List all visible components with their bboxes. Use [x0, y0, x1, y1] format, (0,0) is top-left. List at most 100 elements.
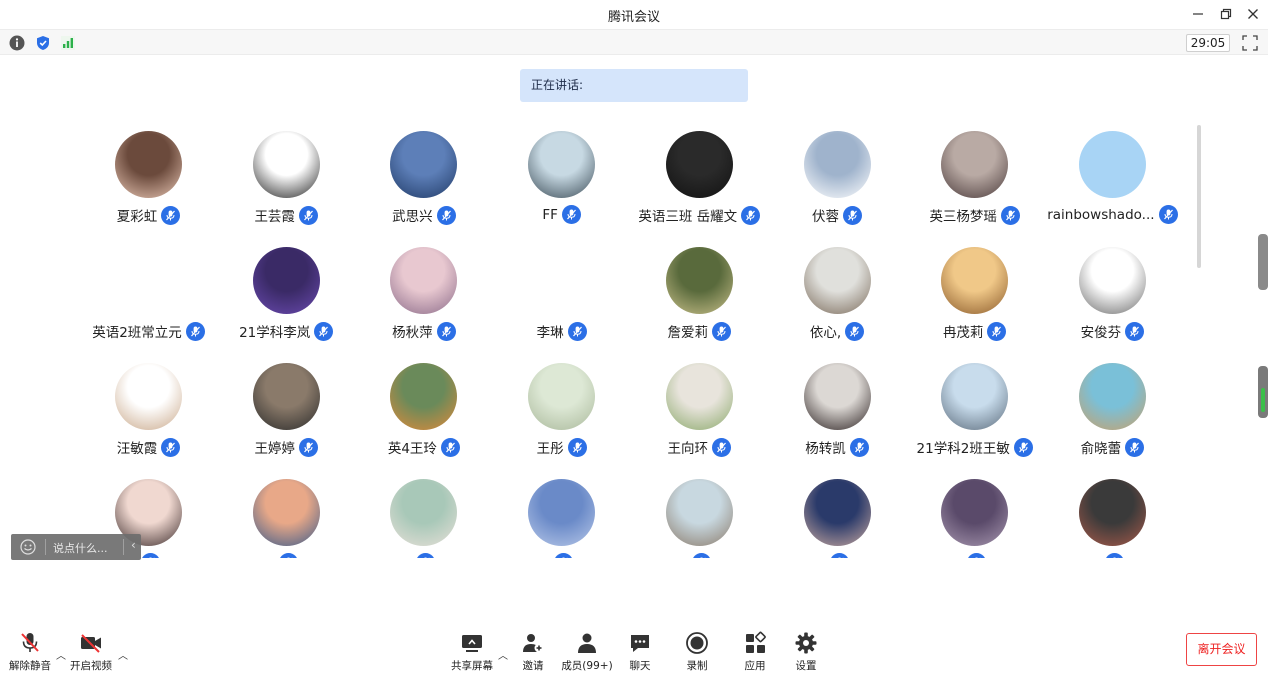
participant-tile[interactable]	[218, 471, 355, 558]
participant-tile[interactable]	[1044, 471, 1181, 558]
microphone-muted-icon	[1000, 205, 1020, 225]
participant-tile[interactable]: 武思兴	[355, 123, 492, 239]
participant-tile[interactable]	[769, 471, 906, 558]
participant-tile[interactable]: FF	[493, 123, 630, 239]
participant-tile[interactable]	[906, 471, 1043, 558]
participant-tile[interactable]: 21学科李岚	[218, 239, 355, 355]
participant-tile[interactable]: 汪敏霞	[80, 355, 217, 471]
microphone-muted-icon	[987, 321, 1007, 341]
meeting-toolbar: 解除静音 ︿ 开启视频 ︿ 共享屏幕 ︿ 邀请 成员(99+) 聊天 录制 应用…	[0, 625, 1268, 678]
close-button[interactable]	[1242, 4, 1264, 24]
participant-tile[interactable]	[493, 471, 630, 558]
invite-button[interactable]: 邀请	[505, 631, 561, 673]
participant-name: 夏彩虹	[116, 209, 158, 225]
participant-name: 詹爱莉	[667, 325, 709, 341]
microphone-muted-icon	[843, 205, 862, 225]
info-icon[interactable]	[9, 35, 25, 51]
avatar	[941, 363, 1009, 430]
avatar	[803, 131, 871, 198]
participant-tile[interactable]: 王向环	[631, 355, 768, 471]
start-video-button[interactable]: 开启视频	[63, 631, 119, 673]
participant-name-row	[906, 553, 1043, 558]
participant-name-row: 王婷婷	[218, 437, 355, 457]
participant-tile[interactable]: 俞晓蕾	[1044, 355, 1181, 471]
participant-tile[interactable]: 英三杨梦瑶	[906, 123, 1043, 239]
microphone-muted-icon	[440, 437, 460, 457]
record-button[interactable]: 录制	[669, 631, 725, 673]
video-options-chevron-up-icon[interactable]: ︿	[118, 647, 128, 662]
participant-tile[interactable]: 王彤	[493, 355, 630, 471]
participant-tile[interactable]: 杨转凯	[769, 355, 906, 471]
apps-button[interactable]: 应用	[727, 631, 783, 673]
participant-name-row	[769, 553, 906, 558]
chat-button[interactable]: 聊天	[612, 631, 668, 673]
participant-name-row: 詹爱莉	[631, 321, 768, 341]
avatar	[1078, 479, 1146, 546]
participant-tile[interactable]: 冉茂莉	[906, 239, 1043, 355]
share-screen-icon	[462, 635, 482, 652]
microphone-muted-icon	[416, 553, 436, 558]
participant-tile[interactable]: 21学科2班王敏	[906, 355, 1043, 471]
participant-tile[interactable]: 李琳	[493, 239, 630, 355]
participant-tile[interactable]	[631, 471, 768, 558]
participant-tile[interactable]: 英4王玲	[355, 355, 492, 471]
gear-icon	[795, 632, 817, 654]
share-screen-button[interactable]: 共享屏幕	[444, 631, 500, 673]
participant-tile[interactable]: 依心,	[769, 239, 906, 355]
participant-tile[interactable]: 安俊芬	[1044, 239, 1181, 355]
leave-meeting-button[interactable]: 离开会议	[1186, 633, 1257, 666]
participant-tile[interactable]	[355, 471, 492, 558]
participant-name-row: 英三杨梦瑶	[906, 205, 1043, 225]
participant-name: 俞晓蕾	[1080, 441, 1122, 457]
participant-name: 21学科2班王敏	[916, 441, 1010, 457]
signal-strength-icon[interactable]	[60, 35, 76, 51]
participant-tile[interactable]: rainbowshado...	[1044, 123, 1181, 239]
participant-tile[interactable]: 伏蓉	[769, 123, 906, 239]
participant-name-row	[631, 553, 768, 558]
participant-name-row: 王彤	[493, 437, 630, 457]
participant-tile[interactable]: 王芸霞	[218, 123, 355, 239]
participant-tile[interactable]: 詹爱莉	[631, 239, 768, 355]
chat-quick-input[interactable]: 说点什么... ‹	[11, 534, 141, 560]
participant-tile[interactable]: 英语三班 岳耀文	[631, 123, 768, 239]
settings-button[interactable]: 设置	[778, 631, 834, 673]
participant-name: 安俊芬	[1080, 325, 1122, 341]
window-title: 腾讯会议	[607, 10, 660, 25]
meeting-timer: 29:05	[1186, 34, 1230, 52]
participant-name: 英语2班常立元	[92, 325, 182, 341]
participant-name: 伏蓉	[812, 209, 839, 225]
microphone-muted-icon	[741, 205, 761, 225]
participant-name: rainbowshado...	[1047, 206, 1155, 223]
emoji-icon[interactable]	[20, 539, 36, 555]
avatar	[941, 131, 1009, 198]
participant-name-row: 依心,	[769, 321, 906, 341]
minimize-button[interactable]	[1187, 4, 1209, 24]
grid-scrollbar[interactable]	[1197, 125, 1201, 268]
restore-button[interactable]	[1215, 4, 1237, 24]
participant-name: 杨秋萍	[392, 325, 433, 341]
participant-name: 武思兴	[392, 209, 433, 225]
participant-tile[interactable]: 杨秋萍	[355, 239, 492, 355]
microphone-muted-icon	[161, 437, 181, 457]
security-shield-icon[interactable]	[35, 35, 51, 51]
unmute-button[interactable]: 解除静音	[2, 631, 58, 673]
side-panel-handle-bottom[interactable]	[1258, 366, 1268, 418]
microphone-muted-icon	[21, 633, 39, 652]
participant-tile[interactable]: 夏彩虹	[80, 123, 217, 239]
avatar	[252, 131, 320, 198]
participant-tile[interactable]: 英语2班常立元	[80, 239, 217, 355]
members-button[interactable]: 成员(99+)	[559, 631, 615, 673]
participant-tile[interactable]: 王婷婷	[218, 355, 355, 471]
avatar	[941, 247, 1009, 314]
avatar	[803, 479, 871, 546]
participant-name: 王彤	[536, 441, 564, 457]
avatar	[115, 131, 182, 198]
chevron-left-icon[interactable]: ‹	[131, 538, 136, 552]
microphone-muted-icon	[141, 553, 160, 558]
microphone-muted-icon	[1104, 553, 1124, 558]
participant-name-row: 俞晓蕾	[1044, 437, 1181, 457]
participant-name-row: 冉茂莉	[906, 321, 1043, 341]
fullscreen-icon[interactable]	[1242, 35, 1258, 51]
avatar	[665, 131, 733, 198]
side-panel-handle-top[interactable]	[1258, 234, 1268, 290]
